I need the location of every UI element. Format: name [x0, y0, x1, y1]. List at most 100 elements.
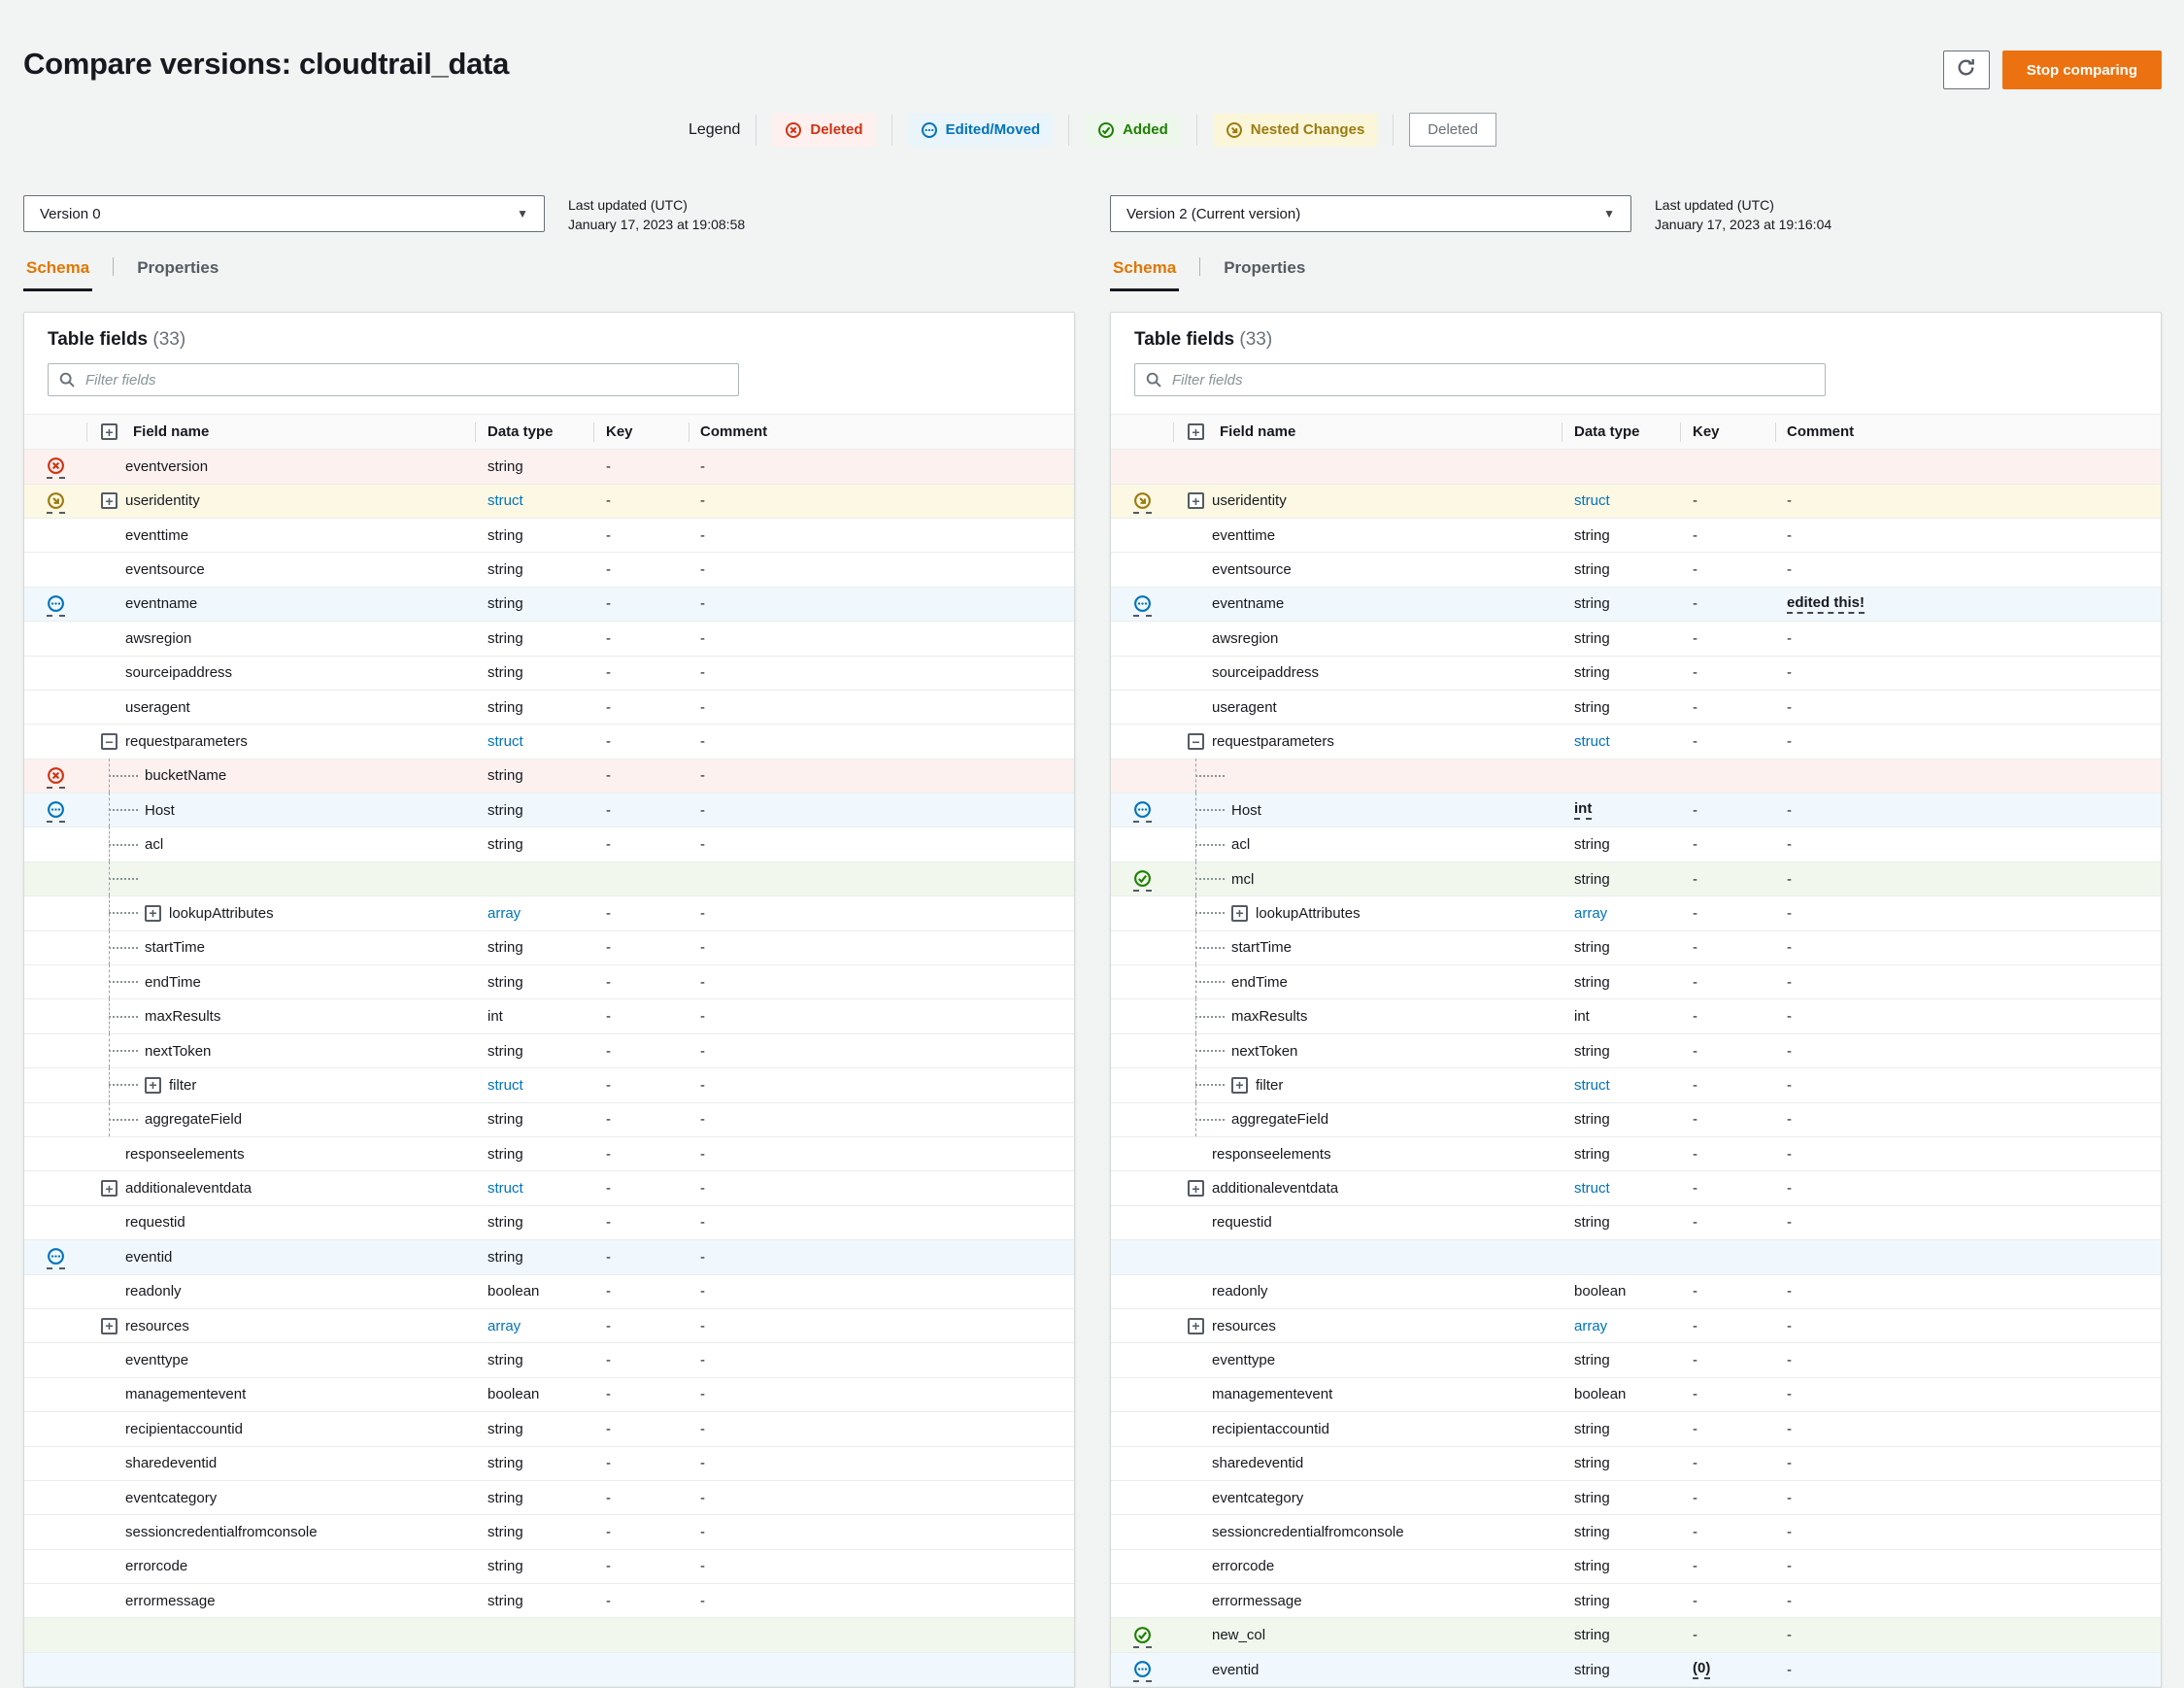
key-value: - [606, 561, 611, 579]
expand-icon[interactable]: + [1188, 1180, 1204, 1198]
filter-fields-input[interactable] [1170, 370, 1815, 389]
row-type-cell: string [1562, 1481, 1680, 1514]
row-key-cell: - [1680, 1068, 1775, 1101]
added-icon[interactable] [1132, 869, 1152, 893]
data-type-value[interactable]: array [487, 905, 521, 922]
row-comment-cell: - [1775, 1068, 2161, 1101]
deleted-icon[interactable] [46, 766, 65, 789]
key-value: - [1693, 939, 1697, 957]
key-value[interactable]: (0) [1693, 1660, 1711, 1680]
key-header-label: Key [606, 423, 633, 441]
data-type-value[interactable]: struct [1574, 1180, 1610, 1197]
table-row: requestid string - - [24, 1206, 1074, 1241]
row-type-cell: string [475, 965, 593, 998]
data-type-value: string [1574, 664, 1610, 682]
row-type-cell: string [475, 793, 593, 827]
field-name: sharedeventid [1212, 1455, 1304, 1472]
expand-icon[interactable]: + [101, 1180, 118, 1198]
row-key-cell: - [593, 588, 689, 621]
key-value: - [1693, 1214, 1697, 1232]
expand-icon[interactable]: + [1231, 904, 1248, 922]
data-type-value: boolean [1574, 1283, 1627, 1300]
key-value: - [606, 1489, 611, 1506]
version-select[interactable]: Version 0 ▼ [23, 195, 545, 232]
row-comment-cell: - [1775, 1137, 2161, 1170]
stop-comparing-button[interactable]: Stop comparing [2001, 51, 2162, 89]
filter-fields-input[interactable] [84, 370, 728, 389]
expand-all-icon[interactable]: + [1188, 423, 1204, 441]
row-name-cell: + useridentity [86, 485, 475, 518]
comment-value: - [1787, 1076, 1792, 1094]
row-status-cell [24, 553, 86, 586]
edited-icon[interactable] [46, 800, 65, 824]
row-comment-cell: - [1775, 793, 2161, 827]
expand-icon[interactable]: + [145, 1076, 161, 1094]
row-key-cell: - [1680, 725, 1775, 758]
nested-changes-icon[interactable] [1132, 491, 1152, 514]
edited-icon[interactable] [1132, 594, 1152, 617]
data-type-value: string [487, 1558, 523, 1575]
row-key-cell: - [593, 1068, 689, 1101]
tree-line [109, 1067, 110, 1102]
data-type-value[interactable]: struct [487, 1077, 523, 1094]
data-type-value[interactable]: struct [1574, 492, 1610, 509]
expand-icon[interactable]: + [1188, 1317, 1204, 1334]
field-name: lookupAttributes [1256, 904, 1361, 922]
field-name: eventcategory [1212, 1489, 1304, 1506]
data-type-value: string [487, 1420, 523, 1437]
edited-icon[interactable] [1132, 1660, 1152, 1683]
comment-value: - [700, 698, 705, 716]
row-name-cell: requestid [86, 1206, 475, 1239]
edited-icon[interactable] [46, 1247, 65, 1270]
table-row: errormessage string - - [1111, 1584, 2161, 1619]
row-name-cell: eventtime [86, 519, 475, 552]
row-key-cell: - [593, 1137, 689, 1170]
edited-icon[interactable] [46, 594, 65, 617]
version-select[interactable]: Version 2 (Current version) ▼ [1110, 195, 1631, 232]
data-type-value[interactable]: struct [487, 1180, 523, 1197]
field-name: useragent [125, 698, 190, 716]
row-status-cell [24, 657, 86, 690]
data-type-value[interactable]: array [1574, 1318, 1607, 1334]
row-key-cell: - [593, 1275, 689, 1308]
row-comment-cell: - [689, 931, 1074, 964]
row-comment-cell: - [1775, 1343, 2161, 1376]
tree-leader [109, 809, 138, 812]
data-type-value[interactable]: struct [1574, 1077, 1610, 1094]
expand-icon[interactable]: + [1188, 492, 1204, 510]
data-type-value[interactable]: int [1574, 800, 1593, 821]
expand-icon[interactable]: + [101, 492, 118, 510]
data-type-value[interactable]: array [1574, 905, 1607, 922]
row-name-cell: + lookupAttributes [86, 896, 475, 929]
field-name: eventid [1212, 1661, 1260, 1678]
tab-properties[interactable]: Properties [1221, 250, 1308, 291]
table-row: + lookupAttributes array - - [24, 895, 1074, 931]
field-name: sessioncredentialfromconsole [1212, 1523, 1404, 1540]
expand-all-icon[interactable]: + [101, 423, 118, 441]
tab-schema[interactable]: Schema [23, 250, 93, 292]
data-type-value[interactable]: struct [487, 733, 523, 750]
data-type-value[interactable]: array [487, 1318, 521, 1334]
comment-value: - [1787, 492, 1792, 510]
table-row: − requestparameters struct - - [1111, 725, 2161, 760]
table-row: maxResults int - - [1111, 998, 2161, 1034]
deleted-icon[interactable] [46, 456, 65, 480]
row-status-cell [1111, 896, 1173, 929]
tab-properties[interactable]: Properties [134, 250, 221, 291]
expand-icon[interactable]: + [101, 1317, 118, 1334]
expand-icon[interactable]: + [145, 904, 161, 922]
comment-value[interactable]: edited this! [1787, 594, 1865, 614]
added-icon[interactable] [1132, 1626, 1152, 1648]
data-type-value[interactable]: struct [1574, 733, 1610, 750]
expand-icon[interactable]: + [1231, 1076, 1248, 1094]
edited-icon[interactable] [1132, 800, 1152, 824]
comment-value: - [700, 1558, 705, 1575]
refresh-button[interactable] [1942, 51, 1990, 89]
collapse-icon[interactable]: − [101, 733, 118, 750]
table-row: + additionaleventdata struct - - [1111, 1171, 2161, 1206]
nested-changes-icon[interactable] [46, 491, 65, 514]
data-type-value[interactable]: struct [487, 492, 523, 509]
tab-schema[interactable]: Schema [1110, 250, 1180, 292]
row-status-cell [1111, 1584, 1173, 1617]
collapse-icon[interactable]: − [1188, 733, 1204, 750]
